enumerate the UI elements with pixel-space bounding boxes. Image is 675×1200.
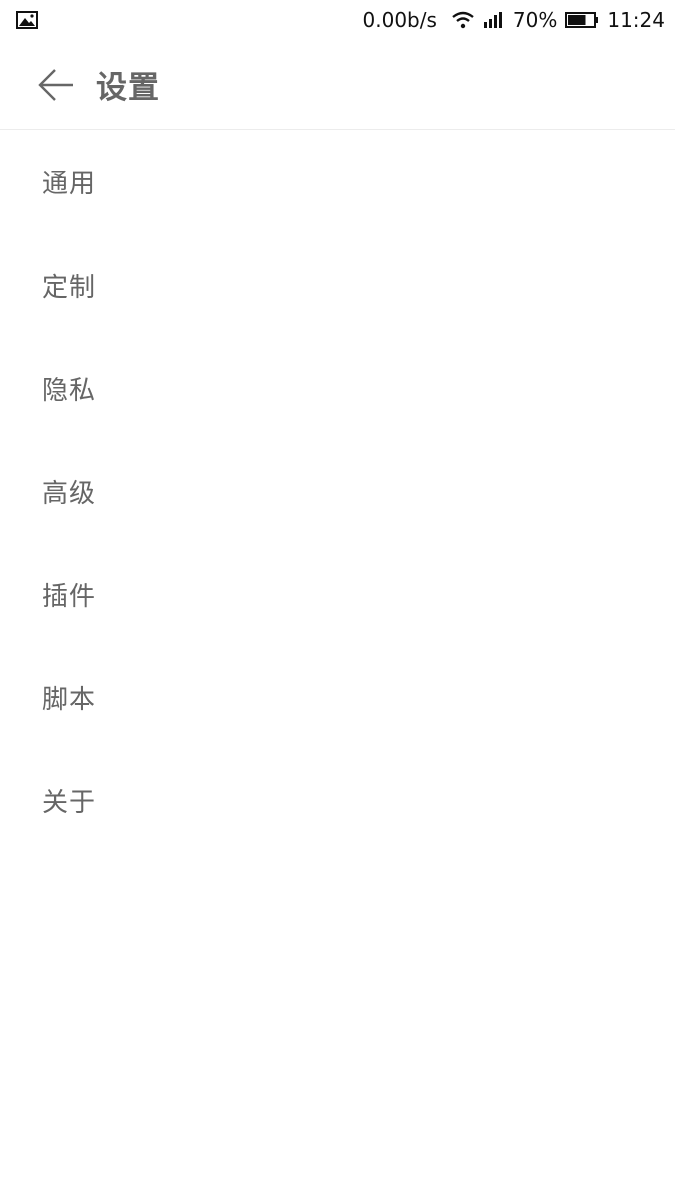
clock: 11:24 [607,8,665,32]
signal-icon [483,11,505,29]
image-icon [16,11,38,29]
menu-item-general[interactable]: 通用 [0,129,675,234]
menu-item-label: 隐私 [42,376,97,406]
menu-item-plugins[interactable]: 插件 [0,543,675,646]
settings-menu: 通用 定制 隐私 高级 插件 脚本 关于 [0,129,675,852]
menu-item-about[interactable]: 关于 [0,749,675,852]
menu-item-label: 脚本 [42,685,97,715]
menu-item-label: 高级 [42,479,97,509]
battery-percent: 70% [512,8,558,32]
menu-item-label: 插件 [42,582,97,612]
menu-item-label: 定制 [42,273,97,303]
status-bar: 0.00b/s 70% 11:24 [0,0,675,40]
menu-item-scripts[interactable]: 脚本 [0,646,675,749]
battery-icon [565,11,599,29]
menu-item-privacy[interactable]: 隐私 [0,337,675,440]
network-speed: 0.00b/s [362,8,437,32]
menu-item-customize[interactable]: 定制 [0,234,675,337]
back-button[interactable] [36,65,76,105]
menu-item-label: 关于 [42,788,97,818]
menu-item-label: 通用 [42,169,97,199]
app-bar: 设置 [0,40,675,130]
wifi-icon [451,11,475,29]
page-title: 设置 [96,70,160,106]
menu-item-advanced[interactable]: 高级 [0,440,675,543]
arrow-left-icon [38,68,73,101]
